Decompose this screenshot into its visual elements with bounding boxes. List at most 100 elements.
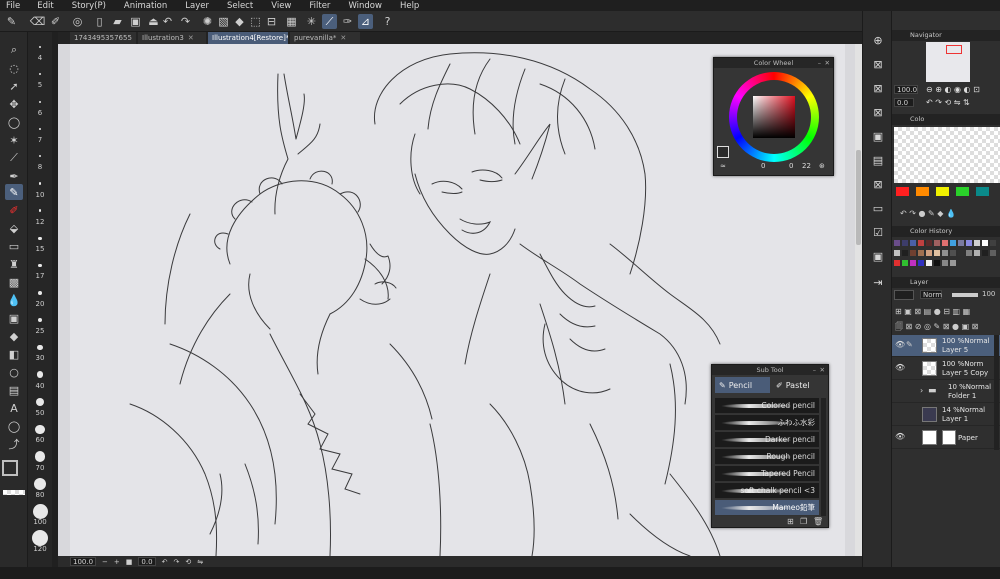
brightness-value[interactable]: 22 bbox=[802, 162, 811, 170]
text-tool-icon[interactable]: A bbox=[5, 400, 23, 416]
layer-property-icon[interactable]: ⊠ bbox=[869, 175, 887, 193]
gradient-tool-icon[interactable]: ◧ bbox=[5, 346, 23, 362]
subtool-rough-pencil[interactable]: Rough pencil bbox=[715, 449, 819, 465]
history-swatch[interactable] bbox=[942, 240, 948, 246]
open-folder-icon[interactable]: ▰ bbox=[110, 14, 125, 29]
brush-size-dot[interactable] bbox=[34, 451, 46, 462]
settings-icon[interactable]: ⊛ bbox=[819, 162, 825, 170]
history-swatch[interactable] bbox=[990, 240, 996, 246]
blend-drop-icon[interactable]: 💧 bbox=[5, 292, 23, 308]
transparent-color-swatch[interactable] bbox=[3, 490, 25, 495]
redo-icon[interactable]: ↷ bbox=[178, 14, 193, 29]
sub-tool-scrollbar[interactable] bbox=[821, 398, 826, 516]
print-icon[interactable]: ⏏ bbox=[146, 14, 161, 29]
zoom-out-icon[interactable]: − bbox=[102, 558, 108, 566]
pen-icon[interactable]: ✎ bbox=[4, 14, 19, 29]
history-swatch[interactable] bbox=[918, 260, 924, 266]
visibility-eye-icon[interactable]: 👁 bbox=[895, 363, 905, 372]
close-icon[interactable]: ✕ bbox=[820, 365, 825, 375]
history-swatch[interactable] bbox=[950, 240, 956, 246]
brush-size-dot[interactable] bbox=[39, 100, 41, 103]
brush-size-dot[interactable] bbox=[38, 290, 42, 295]
brush-size-dot[interactable] bbox=[39, 73, 41, 76]
history-swatch[interactable] bbox=[990, 250, 996, 256]
menu-help[interactable]: Help bbox=[390, 1, 427, 11]
transform-icon[interactable]: ⬚ bbox=[248, 14, 263, 29]
brush-icon[interactable]: ✐ bbox=[48, 14, 63, 29]
tab-pastel[interactable]: ✐ Pastel bbox=[772, 377, 827, 393]
history-swatch[interactable] bbox=[894, 260, 900, 266]
navigator-angle-field[interactable]: 0.0 bbox=[894, 98, 914, 107]
decoration-tool-icon[interactable]: ▩ bbox=[5, 274, 23, 290]
selection-tool-icon[interactable]: ◯ bbox=[5, 114, 23, 130]
navigator-controls[interactable]: ⊖ ⊕ ◐ ◉ ◐ ⊡ bbox=[926, 85, 980, 94]
navigator-viewport[interactable] bbox=[946, 45, 962, 54]
history-swatch[interactable] bbox=[966, 240, 972, 246]
brush-size-dot[interactable] bbox=[38, 263, 42, 268]
brush-size-dot[interactable] bbox=[38, 155, 42, 158]
quick-access-icon[interactable]: ☑ bbox=[869, 223, 887, 241]
saturation-value-square[interactable] bbox=[753, 96, 795, 138]
subtool-soft-chalk-pencil[interactable]: soft chalk pencil <3 bbox=[715, 483, 819, 499]
hsv-mode-icon[interactable]: ≈ bbox=[720, 162, 726, 170]
menu-filter[interactable]: Filter bbox=[299, 1, 338, 11]
canvas-scroll-thumb[interactable] bbox=[856, 150, 861, 245]
navigator-zoom-field[interactable]: 100.0 bbox=[894, 85, 918, 94]
layer-row-paper[interactable]: 👁 Paper bbox=[892, 427, 1000, 449]
image-material-icon[interactable]: ▣ bbox=[869, 127, 887, 145]
history-swatch[interactable] bbox=[942, 250, 948, 256]
brush-size-dot[interactable] bbox=[32, 503, 48, 519]
brush-size-dot[interactable] bbox=[38, 209, 42, 213]
history-swatch[interactable] bbox=[958, 240, 964, 246]
tab-illustration3[interactable]: Illustration3 ✕ bbox=[138, 32, 206, 44]
subtool-colored-pencil[interactable]: Colored pencil bbox=[715, 398, 819, 414]
navigator-rotate-controls[interactable]: ↶ ↷ ⟲ ⇋ ⇅ bbox=[926, 98, 970, 107]
brush-size-dot[interactable] bbox=[36, 371, 44, 378]
grid-snap-icon[interactable]: ⊿ bbox=[358, 14, 373, 29]
opacity-slider[interactable] bbox=[952, 293, 978, 297]
reset-rotate-icon[interactable]: ⟲ bbox=[185, 558, 191, 566]
material-icon[interactable]: ⊠ bbox=[869, 79, 887, 97]
subtool-fuwa-watercolor[interactable]: ふわふ水彩 bbox=[715, 415, 819, 431]
swatch-yellow[interactable] bbox=[936, 187, 949, 196]
history-swatch[interactable] bbox=[926, 250, 932, 256]
tab-1743495357655[interactable]: 1743495357655 bbox=[70, 32, 136, 44]
operation-tool-icon[interactable]: ➚ bbox=[5, 78, 23, 94]
swatch-teal[interactable] bbox=[976, 187, 989, 196]
visibility-eye-icon[interactable]: 👁 bbox=[895, 432, 905, 441]
eraser-icon[interactable]: ⌫ bbox=[30, 14, 46, 29]
rotate-left-icon[interactable]: ↶ bbox=[162, 558, 168, 566]
trash-icon[interactable]: 🗑 bbox=[813, 517, 823, 526]
help-icon[interactable]: ? bbox=[380, 14, 395, 29]
history-swatch[interactable] bbox=[982, 250, 988, 256]
menu-view[interactable]: View bbox=[261, 1, 299, 11]
color-history-grid[interactable] bbox=[894, 238, 998, 276]
zoom-in-icon[interactable]: + bbox=[114, 558, 120, 566]
main-color-swatch[interactable] bbox=[2, 460, 18, 476]
history-swatch[interactable] bbox=[982, 240, 988, 246]
ruler-snap-icon[interactable]: ⟋ bbox=[322, 14, 337, 29]
swatch-orange[interactable] bbox=[916, 187, 929, 196]
duplicate-subtool-icon[interactable]: ❐ bbox=[800, 517, 807, 526]
fill-icon[interactable]: ◆ bbox=[232, 14, 247, 29]
layer-toolbar-row-2[interactable]: 🗐 ⊠ ⊘ ◎ ✎ ⊠ ● ▣ ⊠ bbox=[895, 321, 978, 335]
color-set-preview[interactable] bbox=[894, 127, 1000, 183]
ellipse-tool-icon[interactable]: ○ bbox=[5, 364, 23, 380]
tab-purevanilla[interactable]: purevanilla* ✕ bbox=[290, 32, 360, 44]
history-swatch[interactable] bbox=[966, 250, 972, 256]
move-tool-icon[interactable]: ✥ bbox=[5, 96, 23, 112]
pen-tool-icon[interactable]: ✒ bbox=[5, 168, 23, 184]
swatch-green[interactable] bbox=[956, 187, 969, 196]
menu-file[interactable]: File bbox=[0, 1, 28, 11]
hue-value[interactable]: 0 bbox=[761, 162, 765, 170]
history-swatch[interactable] bbox=[926, 240, 932, 246]
blend-tool-icon[interactable]: ♜ bbox=[5, 256, 23, 272]
layer-row-layer-5-copy[interactable]: 👁 100 %Norm Layer 5 Copy bbox=[892, 358, 1000, 380]
minimize-icon[interactable]: – bbox=[813, 365, 816, 375]
history-swatch[interactable] bbox=[950, 250, 956, 256]
subtool-darker-pencil[interactable]: Darker pencil bbox=[715, 432, 819, 448]
grid-icon[interactable]: ▦ bbox=[284, 14, 299, 29]
brush-size-dot[interactable] bbox=[38, 182, 42, 185]
brush-size-dot[interactable] bbox=[32, 530, 48, 547]
layer-row-layer-5[interactable]: 👁 ✎ 100 %Normal Layer 5 bbox=[892, 335, 1000, 357]
